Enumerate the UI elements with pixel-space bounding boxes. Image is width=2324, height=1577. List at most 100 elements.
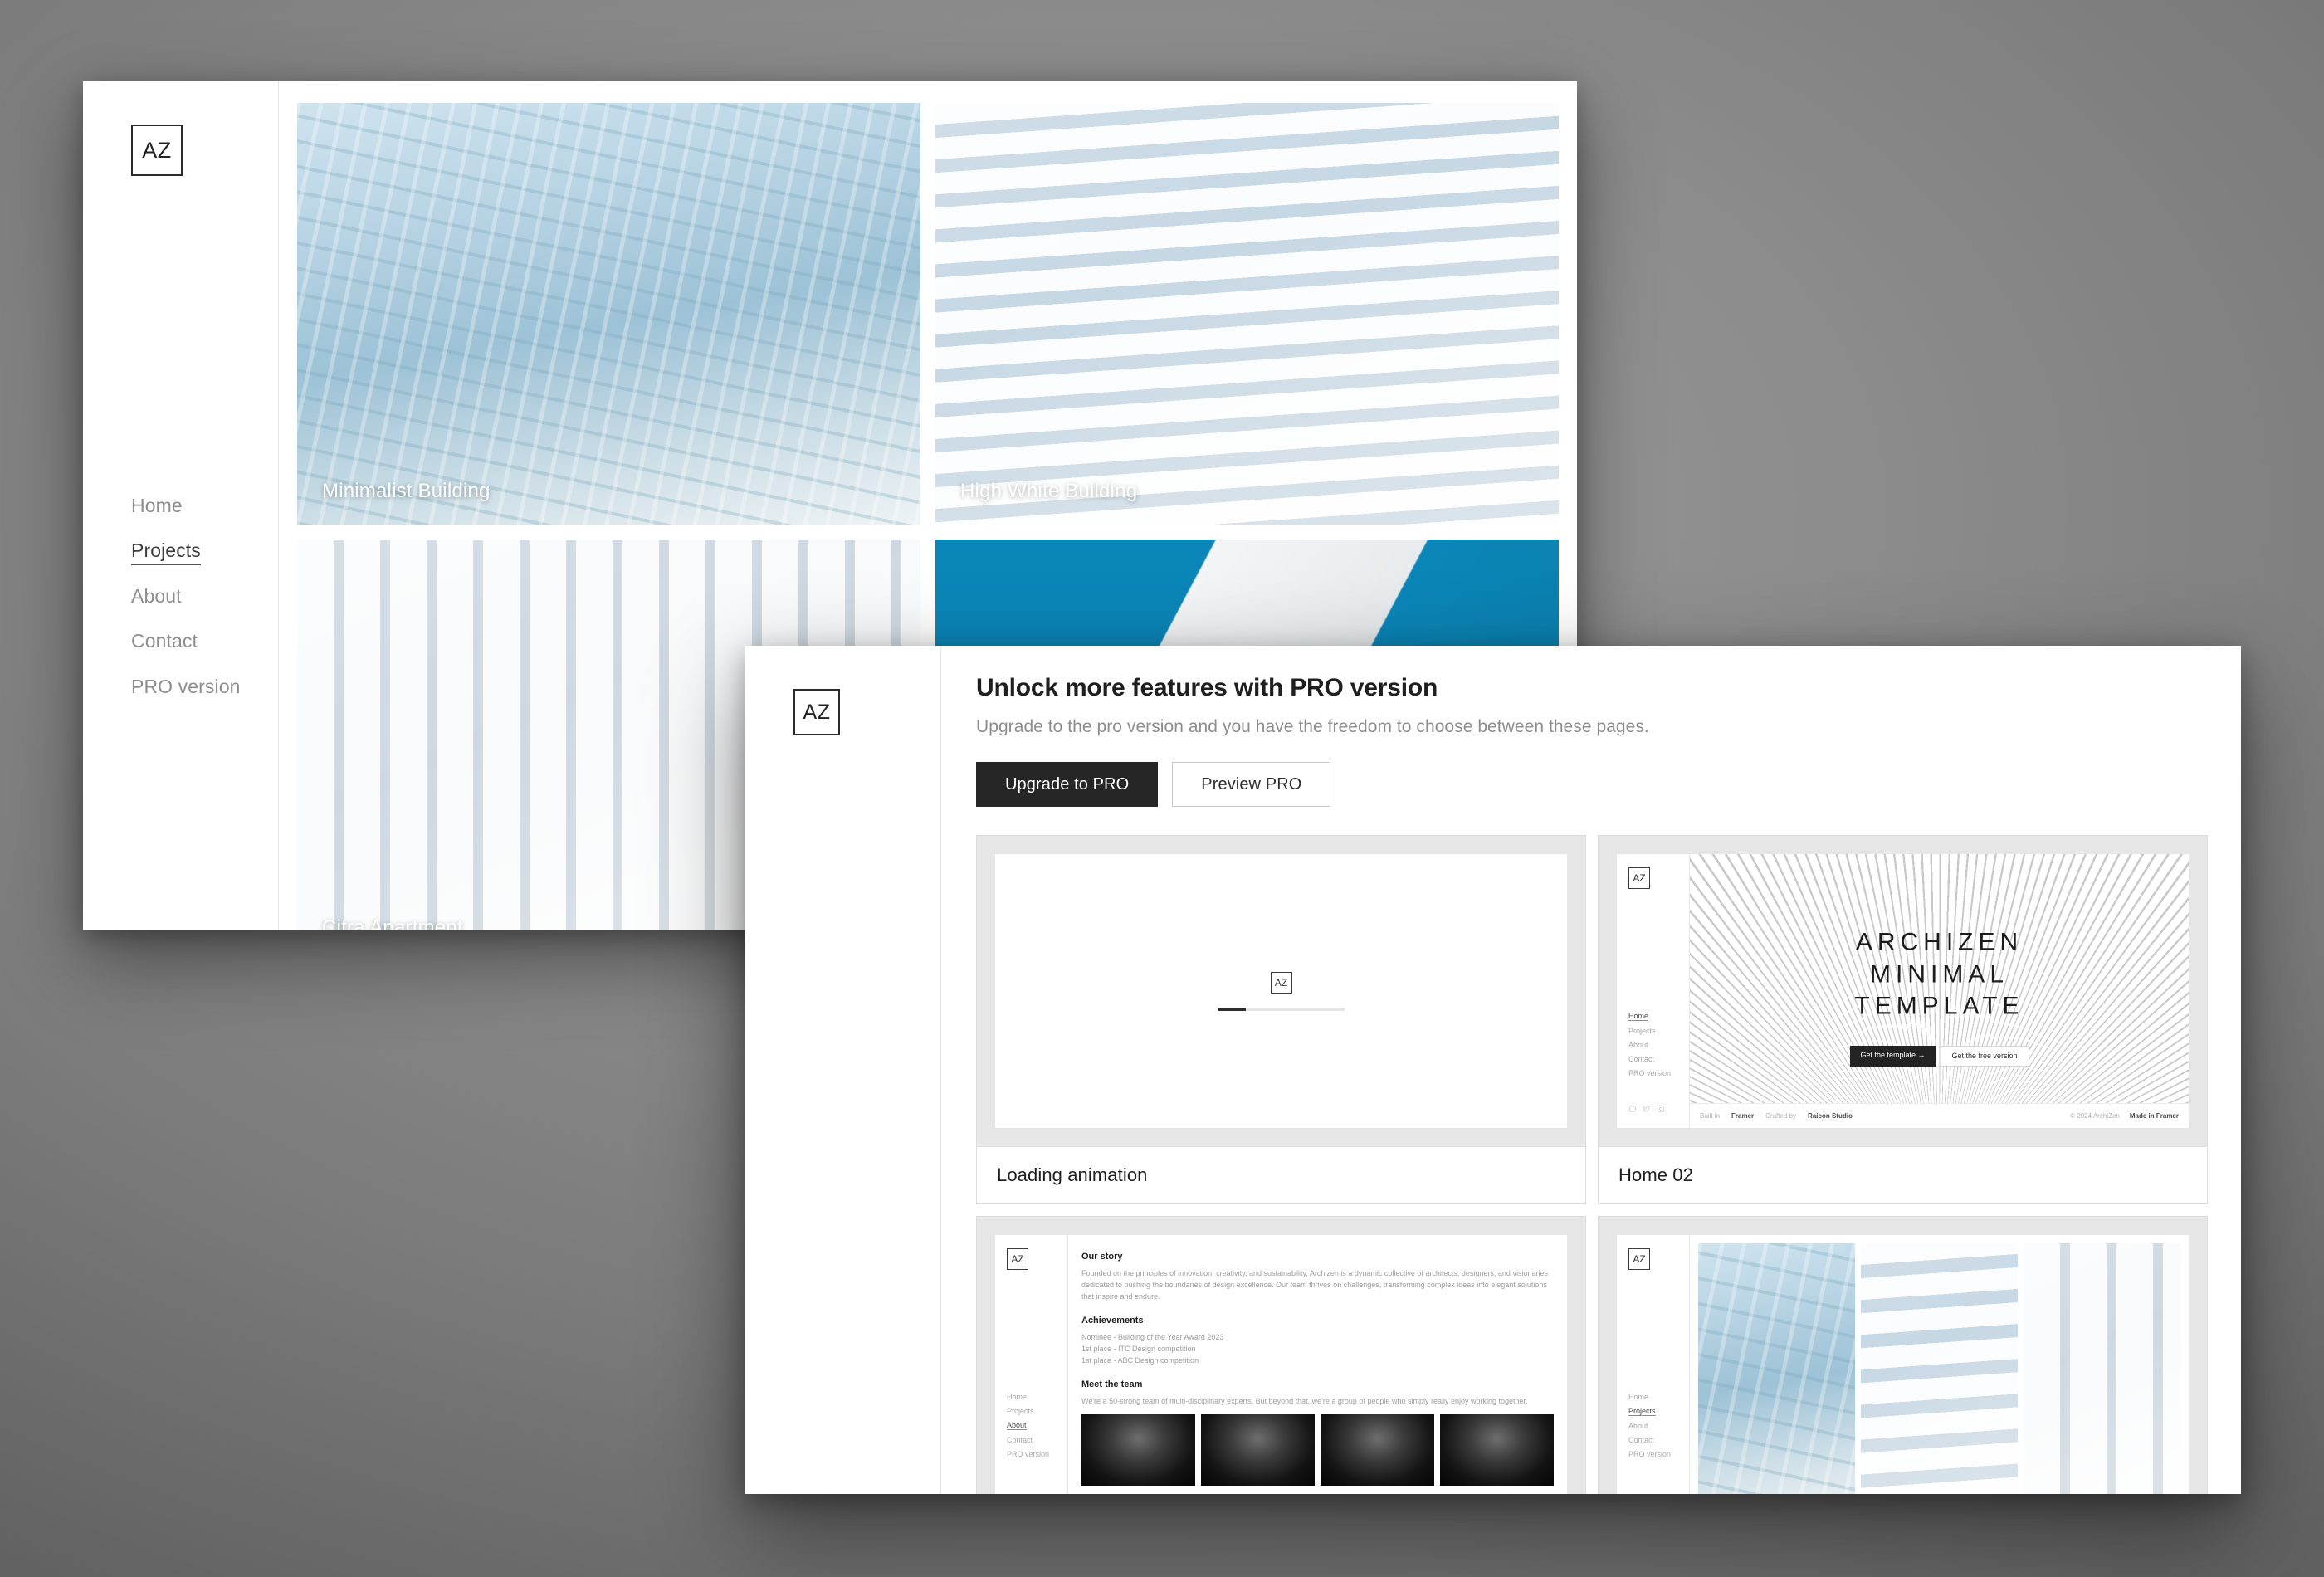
logo: AZ <box>1628 1248 1650 1270</box>
pro-version-window[interactable]: AZ Home Projects About Contact PRO versi… <box>745 646 2241 1494</box>
card-label: Home 02 <box>1599 1146 2207 1204</box>
about-achievements-title: Achievements <box>1081 1315 1144 1326</box>
card-thumbnail: AZ Home Projects About Contact PRO versi… <box>977 1217 1585 1494</box>
achievement-item: 1st place - ABC Design competition <box>1081 1355 1199 1365</box>
card-label: Loading animation <box>977 1146 1585 1204</box>
preview-nav-pro: PRO version <box>1628 1450 1672 1458</box>
preview-project-image <box>2024 1243 2180 1494</box>
about-team-title: Meet the team <box>1081 1379 1143 1389</box>
facebook-icon <box>1628 1105 1637 1113</box>
get-free-version-button: Get the free version <box>1940 1046 2029 1067</box>
team-photo <box>1440 1413 1554 1486</box>
page-title: Unlock more features with PRO version <box>976 674 1438 701</box>
preview-nav-about: About <box>1007 1421 1027 1430</box>
pro-card-about[interactable]: AZ Home Projects About Contact PRO versi… <box>976 1216 1586 1494</box>
project-card-high-white-building[interactable]: High White Building <box>935 103 1559 525</box>
loading-animation-preview: AZ <box>995 854 1567 1128</box>
preview-pro-button[interactable]: Preview PRO <box>1172 762 1331 807</box>
preview-nav-projects: Projects <box>1628 1027 1656 1035</box>
hero-heading: ARCHIZEN MINIMAL TEMPLATE <box>1854 927 2024 1023</box>
sidebar-item-about[interactable]: About <box>131 585 182 610</box>
upgrade-to-pro-button[interactable]: Upgrade to PRO <box>976 762 1159 807</box>
preview-hero: ARCHIZEN MINIMAL TEMPLATE Get the templa… <box>1690 854 2189 1128</box>
preview-nav-home: Home <box>1628 1393 1649 1401</box>
preview-nav-projects: Projects <box>1628 1407 1656 1416</box>
sidebar-item-pro-version[interactable]: PRO version <box>131 676 240 701</box>
footer-crafted-label: Crafted by <box>1765 1112 1797 1120</box>
preview-nav-home: Home <box>1007 1393 1028 1401</box>
pro-card-projects[interactable]: AZ Home Projects About Contact PRO versi… <box>1598 1216 2208 1494</box>
about-story-text: Founded on the principles of innovation,… <box>1081 1269 1548 1301</box>
team-photo-row <box>1081 1413 1554 1486</box>
about-preview: AZ Home Projects About Contact PRO versi… <box>995 1235 1567 1494</box>
preview-project-images <box>1690 1243 2189 1494</box>
sidebar-item-home[interactable]: Home <box>131 495 183 520</box>
logo: AZ <box>1270 971 1292 994</box>
preview-nav: Home Projects About Contact PRO version <box>1628 1393 1671 1464</box>
preview-project-image <box>1861 1243 2018 1494</box>
preview-footer: Built in Framer Crafted by Raicon Studio… <box>1690 1103 2189 1128</box>
hero-line-1: ARCHIZEN <box>1855 928 2024 956</box>
team-photo <box>1201 1413 1315 1486</box>
project-caption: Citra Apartment <box>322 916 463 930</box>
about-team-text: We're a 50-strong team of multi-discipli… <box>1081 1396 1528 1405</box>
footer-crafted-brand: Raicon Studio <box>1808 1112 1853 1120</box>
pro-action-bar: Upgrade to PRO Preview PRO <box>976 762 2208 807</box>
preview-about-body: Our story Founded on the principles of i… <box>1068 1235 1567 1494</box>
preview-nav-home: Home <box>1628 1012 1649 1021</box>
preview-nav: Home Projects About Contact PRO version <box>1007 1393 1049 1464</box>
card-thumbnail: AZ Home Projects About Contact PRO versi… <box>1599 836 2207 1146</box>
preview-nav-about: About <box>1628 1041 1648 1049</box>
project-caption: Minimalist Building <box>322 480 491 502</box>
twitter-icon <box>1643 1106 1650 1112</box>
pro-page-cards: AZ Loading animation AZ Home Projects Ab… <box>976 835 2208 1494</box>
project-card-minimalist-building[interactable]: Minimalist Building <box>297 103 920 525</box>
preview-socials <box>1628 1105 1665 1113</box>
preview-sidebar: AZ Home Projects About Contact PRO versi… <box>995 1235 1068 1494</box>
about-story-block: Our story Founded on the principles of i… <box>1081 1250 1554 1303</box>
preview-sidebar: AZ Home Projects About Contact PRO versi… <box>1617 1235 1690 1494</box>
sidebar-item-contact[interactable]: Contact <box>131 630 198 655</box>
preview-project-image <box>1698 1243 1855 1494</box>
hero-cta-group: Get the template → Get the free version <box>1849 1046 2029 1067</box>
preview-nav-contact: Contact <box>1628 1055 1655 1063</box>
preview-sidebar: AZ Home Projects About Contact PRO versi… <box>1617 854 1690 1128</box>
page-subtitle: Upgrade to the pro version and you have … <box>976 717 1649 736</box>
preview-nav-contact: Contact <box>1007 1436 1033 1444</box>
footer-built-label: Built in <box>1700 1112 1721 1120</box>
sidebar-item-projects[interactable]: Projects <box>131 540 201 566</box>
preview-nav-about: About <box>1628 1422 1648 1430</box>
footer-copyright: © 2024 ArchiZen <box>2070 1112 2120 1120</box>
pro-sidebar: AZ Home Projects About Contact PRO versi… <box>745 646 941 1494</box>
team-photo <box>1321 1413 1434 1486</box>
about-team-block: Meet the team We're a 50-strong team of … <box>1081 1378 1554 1486</box>
hero-line-3: TEMPLATE <box>1854 992 2024 1020</box>
pro-card-home-02[interactable]: AZ Home Projects About Contact PRO versi… <box>1598 835 2208 1204</box>
achievement-item: Nominee - Building of the Year Award 202… <box>1081 1332 1224 1341</box>
preview-nav-projects: Projects <box>1007 1407 1034 1415</box>
hero-line-2: MINIMAL <box>1869 959 2009 988</box>
footer-right: © 2024 ArchiZen Made in Framer <box>2070 1112 2179 1120</box>
projects-nav: Home Projects About Contact PRO version <box>131 495 240 720</box>
logo[interactable]: AZ <box>793 689 840 735</box>
preview-nav-contact: Contact <box>1628 1436 1655 1444</box>
team-photo <box>1081 1413 1195 1486</box>
home02-preview: AZ Home Projects About Contact PRO versi… <box>1617 854 2189 1128</box>
preview-projects-body <box>1690 1235 2189 1494</box>
card-thumbnail: AZ Home Projects About Contact PRO versi… <box>1599 1217 2207 1494</box>
pro-card-loading-animation[interactable]: AZ Loading animation <box>976 835 1586 1204</box>
logo: AZ <box>1007 1248 1028 1270</box>
made-in-framer-badge: Made in Framer <box>2129 1112 2179 1120</box>
get-template-button: Get the template → <box>1849 1046 1936 1067</box>
projects-preview: AZ Home Projects About Contact PRO versi… <box>1617 1235 2189 1494</box>
footer-built-brand: Framer <box>1731 1112 1755 1120</box>
projects-sidebar: AZ Home Projects About Contact PRO versi… <box>83 81 279 930</box>
card-thumbnail: AZ <box>977 836 1585 1146</box>
achievement-item: 1st place - ITC Design competition <box>1081 1344 1196 1353</box>
about-achievements-block: Achievements Nominee - Building of the Y… <box>1081 1314 1554 1367</box>
instagram-icon <box>1657 1105 1665 1113</box>
progress-bar <box>1218 1008 1345 1011</box>
logo[interactable]: AZ <box>131 124 183 176</box>
logo: AZ <box>1628 867 1650 889</box>
pro-content: Unlock more features with PRO version Up… <box>941 646 2241 1494</box>
